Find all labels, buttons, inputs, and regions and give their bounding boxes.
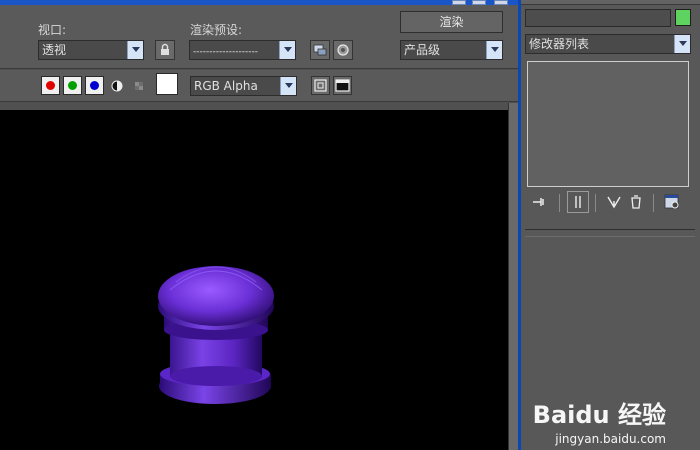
make-unique-button[interactable] <box>603 191 625 213</box>
monitor-icon <box>335 79 350 92</box>
chevron-down-icon <box>279 41 295 59</box>
render-preset-value: -------------------- <box>193 47 258 57</box>
render-button[interactable]: 渲染 <box>400 11 503 33</box>
render-quality-value: 产品级 <box>404 43 441 57</box>
red-channel-icon <box>46 81 55 90</box>
command-panel-tabs[interactable] <box>521 0 700 5</box>
pin-icon <box>533 198 544 206</box>
green-channel-icon <box>68 81 77 90</box>
lock-button[interactable] <box>155 40 175 60</box>
rollout-divider <box>525 236 695 237</box>
monochrome-toggle[interactable] <box>132 79 146 93</box>
chevron-down-icon <box>127 41 143 59</box>
modifier-list-dropdown[interactable]: 修改器列表 <box>525 34 691 54</box>
viewport-scrollbar[interactable] <box>508 103 518 450</box>
render-quality-dropdown[interactable]: 产品级 <box>400 40 503 60</box>
modifier-stack-tools <box>525 191 695 215</box>
gear-icon <box>337 44 349 56</box>
watermark-brand: Baidu 经验 <box>532 401 666 429</box>
divider <box>653 194 654 212</box>
configure-modifier-sets-button[interactable] <box>661 191 683 213</box>
render-preset-dropdown[interactable]: -------------------- <box>189 40 296 60</box>
rendered-object <box>158 266 274 404</box>
viewport-label: 视口: <box>38 23 67 37</box>
display-frame-button[interactable] <box>333 76 352 95</box>
render-setup-button[interactable] <box>310 40 330 60</box>
object-color-swatch[interactable] <box>675 9 691 26</box>
chevron-down-icon <box>486 41 502 59</box>
baidu-watermark: Baidu 经验 <box>533 395 666 430</box>
modifier-stack[interactable] <box>527 61 689 187</box>
lock-icon <box>161 43 169 55</box>
environment-button[interactable] <box>333 40 353 60</box>
render-setup-icon <box>313 44 327 56</box>
half-circle-icon <box>111 80 123 92</box>
frame-icon <box>314 79 327 92</box>
pin-stack-button[interactable] <box>529 191 551 213</box>
display-channel-dropdown[interactable]: RGB Alpha <box>190 76 297 96</box>
object-name-input[interactable] <box>525 9 671 27</box>
viewport-value: 透视 <box>42 43 67 57</box>
render-toolbar: 视口: 透视 渲染预设: -------------------- 渲染 产品级 <box>0 5 518 69</box>
chevron-down-icon <box>280 77 296 95</box>
viewport-dropdown[interactable]: 透视 <box>38 40 144 60</box>
rollout-divider <box>525 229 695 230</box>
rendered-frame-window: 视口: 透视 渲染预设: -------------------- 渲染 产品级… <box>0 0 518 450</box>
remove-modifier-button[interactable] <box>625 191 647 213</box>
modifier-list-label: 修改器列表 <box>529 37 590 51</box>
blue-channel-icon <box>90 81 99 90</box>
watermark-url: jingyan.baidu.com <box>555 432 666 446</box>
red-channel-toggle[interactable] <box>41 76 60 95</box>
trash-icon <box>631 195 641 209</box>
divider <box>595 194 596 212</box>
end-result-icon <box>575 196 581 208</box>
show-end-result-button[interactable] <box>567 191 589 213</box>
clone-frame-button[interactable] <box>311 76 330 95</box>
divider <box>559 194 560 212</box>
configure-icon <box>664 194 679 209</box>
alpha-toggle[interactable] <box>110 79 124 93</box>
command-panel: 修改器列表 <box>521 0 700 450</box>
checker-icon <box>135 82 143 90</box>
background-color-swatch[interactable] <box>156 73 178 95</box>
green-channel-toggle[interactable] <box>63 76 82 95</box>
fork-icon <box>607 196 621 209</box>
render-viewport[interactable] <box>0 110 508 450</box>
chevron-down-icon <box>674 35 690 53</box>
display-channel-value: RGB Alpha <box>194 79 258 93</box>
blue-channel-toggle[interactable] <box>85 76 104 95</box>
render-preset-label: 渲染预设: <box>190 23 243 37</box>
